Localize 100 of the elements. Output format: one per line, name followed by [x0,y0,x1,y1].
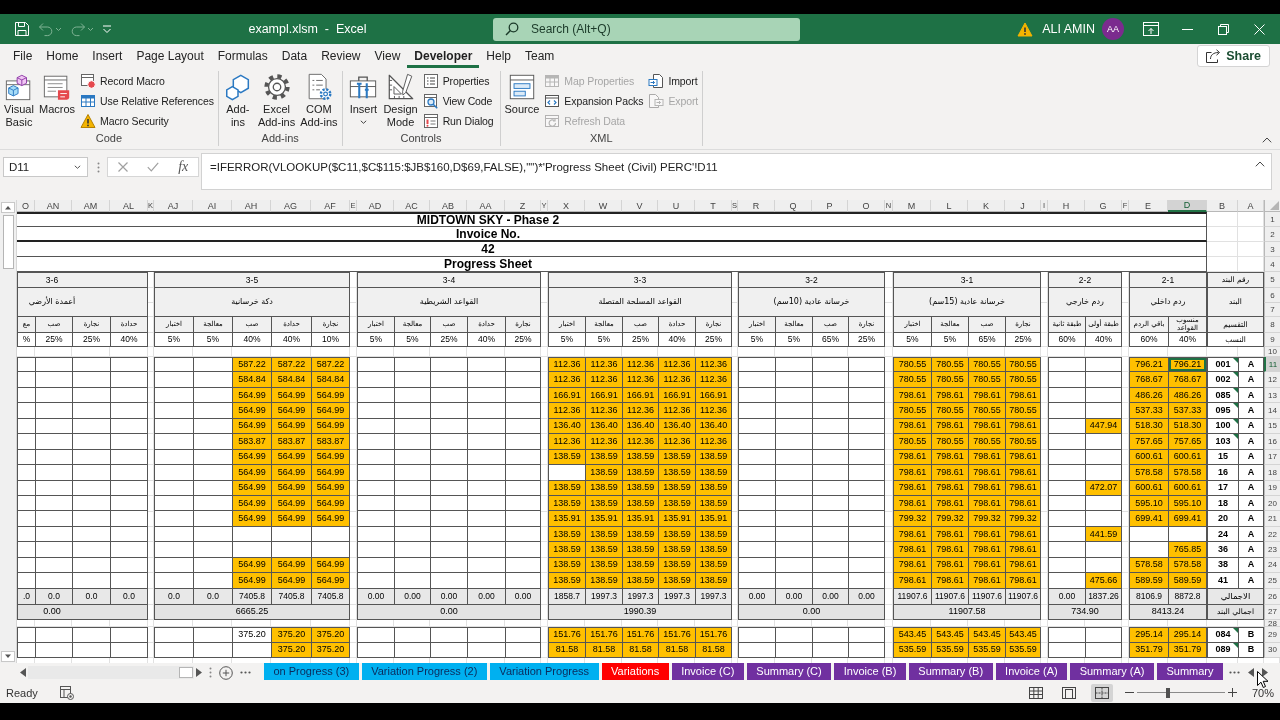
insert-function-button[interactable]: fx [178,159,189,175]
column-header[interactable]: AA [467,200,505,212]
sheet-tab[interactable]: Summary [1156,663,1223,680]
row-header[interactable]: 8 [1264,317,1280,333]
column-header[interactable]: AM [72,200,110,212]
row-header[interactable]: 18 [1264,465,1280,481]
menu-tab[interactable]: Team [518,44,562,68]
sheet-tab[interactable]: Variation Progress (2) [361,663,487,680]
ribbon-display-icon[interactable] [1143,22,1159,36]
sheet-tab[interactable]: Variations [601,663,669,680]
column-header[interactable]: G [1085,200,1122,212]
warning-icon[interactable] [1017,21,1034,37]
ribbon-button[interactable]: Insert [346,71,381,125]
row-header[interactable]: 11 [1264,357,1280,373]
share-button[interactable]: Share [1197,45,1270,67]
column-header[interactable]: V [622,200,658,212]
chevron-up-icon[interactable] [1255,161,1265,167]
add-sheet-icon[interactable] [219,665,233,680]
scrollbar-thumb[interactable] [2,215,14,269]
restore-icon[interactable] [1217,23,1229,35]
ribbon-button[interactable]: Record Macro [78,71,216,91]
horizontal-dots-icon[interactable] [240,671,251,674]
sheet-tab[interactable]: on Progress (3) [263,663,359,680]
column-header[interactable]: AL [110,200,148,212]
sheet-tab[interactable]: Summary (C) [746,663,832,680]
column-header[interactable]: D [1168,200,1207,212]
column-header[interactable]: P [812,200,848,212]
ribbon-button[interactable]: Use Relative References [78,91,216,111]
menu-tab[interactable]: Data [274,44,315,68]
vertical-dots-icon[interactable] [209,667,212,678]
column-header[interactable]: AF [311,200,350,212]
column-header[interactable]: AI [193,200,232,212]
column-header[interactable]: AH [232,200,271,212]
sheet-tab[interactable]: Variation Progress [489,663,599,680]
ribbon-button[interactable]: View Code [420,91,496,111]
row-header[interactable]: 1 [1264,212,1280,227]
column-header[interactable]: W [585,200,622,212]
column-header[interactable]: O [848,200,885,212]
column-header[interactable]: X [548,200,585,212]
menu-tab[interactable]: Page Layout [129,44,211,68]
sheet-tab[interactable]: Summary (B) [908,663,993,680]
ribbon-button[interactable]: Macro Security [78,111,216,131]
column-header[interactable]: AN [35,200,72,212]
zoom-thumb[interactable] [1165,687,1170,698]
name-box[interactable]: D11 [3,157,88,177]
ribbon-button[interactable]: Expansion Packs [542,91,646,111]
menu-tab[interactable]: Review [314,44,368,68]
user-avatar[interactable]: AA [1102,18,1124,40]
minimize-icon[interactable] [1181,28,1193,30]
column-header[interactable]: B [1207,200,1238,212]
row-header[interactable]: 5 [1264,272,1280,288]
vertical-dots-icon[interactable] [97,162,100,173]
ribbon-button[interactable]: Excel Add-ins [255,71,298,129]
row-header[interactable]: 9 [1264,333,1280,347]
row-header[interactable]: 6 [1264,288,1280,303]
row-header[interactable]: 12 [1264,372,1280,388]
scroll-down-icon[interactable] [1,651,15,662]
column-header[interactable]: A [1238,200,1264,212]
column-header[interactable]: AB [430,200,467,212]
ribbon-button[interactable]: Import [646,71,701,91]
customize-icon[interactable] [102,24,112,34]
row-header[interactable]: 23 [1264,542,1280,558]
column-header[interactable]: T [695,200,732,212]
ribbon-button[interactable]: Macros [37,71,78,116]
sheet-tab[interactable]: Invoice (B) [834,663,906,680]
column-header[interactable]: Q [775,200,812,212]
horizontal-dots-icon[interactable] [1229,671,1240,674]
menu-tab[interactable]: File [6,44,40,68]
search-field[interactable]: Search (Alt+Q) [493,17,800,41]
column-header[interactable]: AD [357,200,394,212]
scrollbar-thumb[interactable] [179,667,193,678]
column-header[interactable]: J [1005,200,1041,212]
row-header[interactable]: 29 [1264,627,1280,643]
sheet-tab[interactable]: Invoice (A) [995,663,1068,680]
column-header[interactable]: U [658,200,695,212]
column-header[interactable]: R [738,200,775,212]
close-icon[interactable] [1253,23,1265,35]
scroll-up-icon[interactable] [1,202,15,213]
column-header[interactable]: AC [394,200,430,212]
horizontal-scrollbar[interactable] [28,666,194,679]
scroll-right-icon[interactable] [1262,668,1268,677]
sheet-tab[interactable]: Summary (A) [1070,663,1154,680]
ribbon-button[interactable]: Run Dialog [420,111,496,131]
row-header[interactable]: 14 [1264,403,1280,419]
plus-icon[interactable] [1228,688,1237,697]
ribbon-button[interactable]: Visual Basic [2,71,36,129]
column-header[interactable]: AJ [154,200,193,212]
row-header[interactable]: 25 [1264,573,1280,589]
sheet-record-icon[interactable] [59,685,74,700]
column-header[interactable]: E [1129,200,1168,212]
row-header[interactable]: 3 [1264,242,1280,257]
ribbon-button[interactable]: Add- ins [220,71,255,129]
ribbon-button[interactable]: Design Mode [381,71,420,129]
column-header[interactable]: Z [505,200,541,212]
ribbon-button[interactable]: Source [502,71,542,116]
ribbon-button[interactable]: COM Add-ins [298,71,340,129]
menu-tab[interactable]: Formulas [210,44,275,68]
column-header[interactable]: H [1048,200,1085,212]
column-header[interactable]: K [968,200,1005,212]
chevron-up-icon[interactable] [1262,137,1272,143]
